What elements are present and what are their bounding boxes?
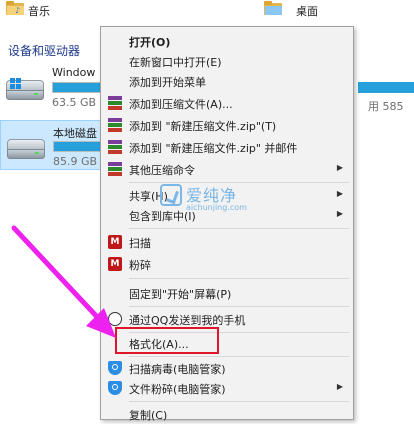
menu-item-add-to-archive[interactable]: 添加到压缩文件(A)... — [101, 93, 353, 113]
mcafee-icon: M — [108, 235, 122, 249]
menu-item-label: 固定到"开始"屏幕(P) — [129, 288, 232, 301]
menu-separator — [129, 401, 349, 402]
menu-separator — [129, 278, 349, 279]
winrar-icon — [108, 162, 122, 176]
menu-item-label: 添加到压缩文件(A)... — [129, 98, 233, 111]
menu-item-label: 添加到 "新建压缩文件.zip" 并邮件 — [129, 142, 298, 155]
library-label-desktop[interactable]: 桌面 — [296, 3, 318, 19]
menu-item-file-shred[interactable]: 文件粉碎(电脑管家) ▶ — [101, 378, 353, 398]
mcafee-icon: M — [108, 257, 122, 271]
menu-item-qq-send[interactable]: 通过QQ发送到我的手机 — [101, 309, 353, 329]
watermark-url: aichunjing.com — [186, 203, 247, 212]
winrar-icon — [108, 140, 122, 154]
windows-drive-icon — [4, 76, 44, 100]
menu-item-label: 粉碎 — [129, 259, 151, 272]
tencent-guard-icon — [108, 361, 122, 375]
drive-name: 本地磁盘 — [53, 127, 97, 140]
menu-item-shred[interactable]: M 粉碎 — [101, 254, 353, 274]
context-menu: 打开(O) 在新窗口中打开(E) 添加到开始菜单 添加到压缩文件(A)... 添… — [100, 26, 354, 422]
winrar-icon — [108, 118, 122, 132]
hard-drive-icon — [5, 135, 45, 159]
menu-item-label: 在新窗口中打开(E) — [129, 56, 222, 69]
menu-item-scan[interactable]: M 扫描 — [101, 232, 353, 252]
submenu-arrow-icon: ▶ — [336, 382, 343, 391]
format-highlight-box — [115, 327, 219, 354]
menu-item-label: 其他压缩命令 — [129, 164, 195, 177]
menu-item-pin-to-start[interactable]: 固定到"开始"屏幕(P) — [101, 283, 353, 303]
devices-section-title: 设备和驱动器 — [8, 44, 81, 58]
drive-usage-bar-right — [358, 82, 414, 93]
winrar-icon — [108, 96, 122, 110]
drive-size: 63.5 GB — [52, 96, 97, 109]
desktop-folder-icon[interactable] — [264, 1, 282, 15]
library-label-music[interactable]: 音乐 — [28, 3, 50, 19]
submenu-arrow-icon: ▶ — [336, 189, 343, 198]
annotation-arrow-shaft — [11, 225, 103, 323]
submenu-arrow-icon: ▶ — [336, 163, 343, 172]
submenu-arrow-icon: ▶ — [336, 209, 343, 218]
menu-item-other-compress[interactable]: 其他压缩命令 ▶ — [101, 159, 353, 179]
tencent-guard-icon — [108, 381, 122, 395]
watermark-logo-icon — [160, 184, 182, 206]
file-explorer-window: ♪ 音乐 桌面 设备和驱动器 Window 63.5 GB 本地磁盘 85.9 … — [0, 0, 414, 422]
music-folder-icon[interactable]: ♪ — [6, 1, 24, 15]
menu-item-label: 添加到开始菜单 — [129, 76, 206, 89]
menu-item-label: 文件粉碎(电脑管家) — [129, 383, 226, 396]
menu-item-add-to-zip-email[interactable]: 添加到 "新建压缩文件.zip" 并邮件 — [101, 137, 353, 157]
menu-item-label: 扫描病毒(电脑管家) — [129, 363, 226, 376]
menu-item-label: 扫描 — [129, 237, 151, 250]
qq-icon — [108, 312, 122, 326]
menu-separator — [129, 306, 349, 307]
menu-item-label: 复制(C) — [129, 409, 168, 422]
menu-item-add-to-zip[interactable]: 添加到 "新建压缩文件.zip"(T) — [101, 115, 353, 135]
drive-name: Window — [52, 66, 96, 79]
menu-separator — [129, 356, 349, 357]
menu-item-open-new-window[interactable]: 在新窗口中打开(E) — [101, 51, 353, 71]
site-watermark: 爱纯净 aichunjing.com — [160, 182, 252, 216]
menu-item-virus-scan[interactable]: 扫描病毒(电脑管家) — [101, 358, 353, 378]
menu-item-open[interactable]: 打开(O) — [101, 31, 353, 51]
menu-item-label: 添加到 "新建压缩文件.zip"(T) — [129, 120, 277, 133]
menu-item-copy[interactable]: 复制(C) — [101, 404, 353, 424]
drive-free-text-right: 用 585 — [368, 100, 404, 113]
menu-item-add-to-start[interactable]: 添加到开始菜单 — [101, 71, 353, 91]
drive-size: 85.9 GB — [53, 155, 98, 168]
menu-item-label: 打开(O) — [129, 36, 171, 49]
menu-separator — [129, 228, 349, 229]
menu-item-label: 通过QQ发送到我的手机 — [129, 314, 246, 327]
